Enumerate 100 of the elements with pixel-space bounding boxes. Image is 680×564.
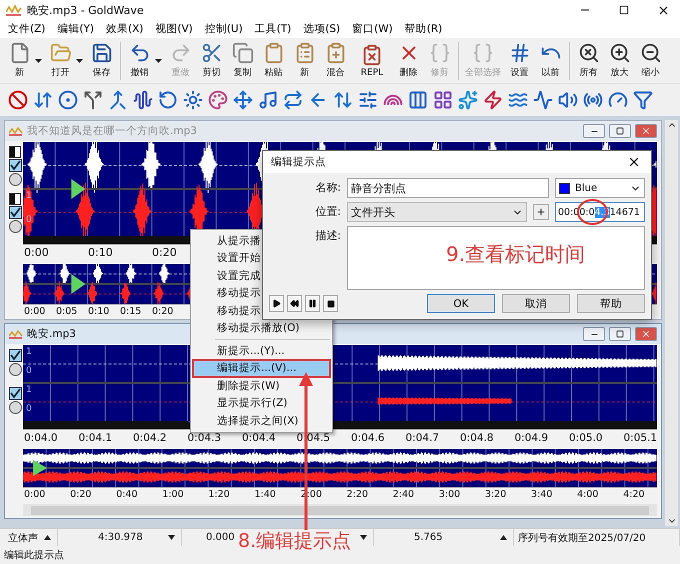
time-label: 1:20 <box>207 488 231 500</box>
horizontal-scrollbar[interactable] <box>23 504 657 516</box>
toolbar-button[interactable]: 所有 <box>573 38 604 82</box>
channel-radio[interactable] <box>8 401 22 414</box>
menu-item[interactable]: 文件(Z) <box>2 20 52 38</box>
caret-down-icon[interactable] <box>76 58 83 62</box>
pause-button[interactable] <box>305 295 320 312</box>
menu-item[interactable]: 视图(V) <box>149 20 199 38</box>
undo-icon <box>128 42 150 64</box>
channel-selector-icon[interactable] <box>9 193 21 205</box>
caret-down-icon[interactable] <box>35 58 42 62</box>
scale-label: 1 <box>26 192 32 201</box>
menu-item[interactable]: 控制(U) <box>198 20 249 38</box>
status-hint: 编辑此提示点 <box>4 548 64 562</box>
toolbar-button[interactable]: 设置 <box>504 38 535 82</box>
menu-item[interactable]: 编辑(Y) <box>51 20 100 38</box>
caret-up-icon[interactable] <box>500 535 507 540</box>
menu-item[interactable]: 选项(S) <box>297 20 346 38</box>
play-icon <box>272 299 281 308</box>
caret-down-icon[interactable] <box>155 58 162 62</box>
caret-up-icon[interactable] <box>44 535 51 540</box>
toolbar-button[interactable]: 混合 <box>320 38 351 82</box>
toolbar-button[interactable]: 以前 <box>535 38 566 82</box>
time-label: 0:05 <box>55 306 78 316</box>
caret-down-icon[interactable] <box>168 535 175 540</box>
menu-item[interactable]: 移动提示播放(O) <box>193 320 330 337</box>
time-label: 0:04.1 <box>78 432 114 444</box>
menu-item[interactable]: 显示提示行(Z) <box>193 394 330 412</box>
toolbar-button[interactable]: 保存 <box>86 38 117 82</box>
toolbar-button[interactable]: 复制 <box>227 38 258 82</box>
description-field[interactable]: 9.查看标记时间 <box>347 226 645 290</box>
toolbar-button[interactable]: 删除 <box>393 38 424 82</box>
time-label: 0:20 <box>69 488 92 500</box>
dialog-button[interactable]: OK <box>427 294 495 313</box>
close-icon <box>627 155 641 169</box>
menu-item[interactable]: 删除提示(W) <box>193 377 330 394</box>
channel-selector-icon[interactable] <box>9 146 21 158</box>
name-field[interactable]: 静音分割点 <box>347 178 549 198</box>
position-dropdown[interactable]: 文件开头 <box>347 202 527 222</box>
copy-icon <box>232 42 254 64</box>
time-label: 3:40 <box>530 488 554 500</box>
scale-label: 1 <box>26 386 32 395</box>
caret-down-icon[interactable] <box>360 535 367 540</box>
time-label: 0:04.6 <box>350 432 386 444</box>
menu-item[interactable]: 效果(X) <box>100 20 150 38</box>
close-icon <box>641 329 651 339</box>
add-button[interactable] <box>533 204 549 220</box>
time-label: 0:05.0 <box>568 432 604 444</box>
channel-checkbox[interactable] <box>8 206 22 219</box>
channel-radio[interactable] <box>8 173 22 186</box>
time-label: 4:00 <box>576 488 600 500</box>
toolbar-button[interactable]: 新 <box>4 38 35 82</box>
menu-item[interactable]: 帮助(R) <box>398 20 448 38</box>
restore-button[interactable] <box>609 327 631 341</box>
square-icon <box>619 5 629 15</box>
document-title: 晚安.mp3 <box>27 327 76 341</box>
scale-label: 0 <box>26 367 32 376</box>
toolbar-button[interactable]: 打开 <box>45 38 76 82</box>
toolbar-button[interactable]: 缩小 <box>635 38 666 82</box>
menu-item[interactable]: 编辑提示...(V)... <box>193 360 330 377</box>
color-dropdown[interactable]: Blue <box>555 178 645 198</box>
channel-checkbox[interactable] <box>8 349 22 362</box>
scale-label: 0 <box>26 405 32 414</box>
vertical-scrollbar[interactable] <box>665 120 678 526</box>
close-icon <box>641 126 651 136</box>
time-label: 0:10 <box>87 306 110 316</box>
toolbar-button[interactable]: 放大 <box>604 38 635 82</box>
channel-checkbox[interactable] <box>8 387 22 400</box>
number-icon <box>508 42 530 64</box>
restore-button[interactable] <box>609 124 631 138</box>
time-label: 0:04.4 <box>241 432 277 444</box>
plus-icon <box>536 207 546 217</box>
toolbar-button[interactable]: REPL <box>351 38 393 82</box>
toolbar-button[interactable]: 新 <box>289 38 320 82</box>
rewind-button[interactable] <box>287 295 302 312</box>
time-label: 0:04.0 <box>23 432 59 444</box>
toolbar-button[interactable]: 撤销 <box>124 38 155 82</box>
braces-icon <box>428 42 450 64</box>
toolbar-button[interactable]: 剪切 <box>196 38 227 82</box>
dialog-button[interactable]: 帮助 <box>577 294 645 313</box>
toolbar-button[interactable]: 粘贴 <box>258 38 289 82</box>
status-text: 0.000 <box>206 532 235 543</box>
stop-button[interactable] <box>323 295 338 312</box>
time-label: 0:00 <box>23 488 46 500</box>
channel-radio[interactable] <box>8 220 22 233</box>
status-text: 4:30.978 <box>98 532 143 543</box>
dialog-button[interactable]: 取消 <box>502 294 570 313</box>
play-button[interactable] <box>269 295 284 312</box>
menu-item[interactable]: 窗口(W) <box>346 20 399 38</box>
time-label: 2:20 <box>346 488 369 500</box>
wave-logo-icon <box>9 329 23 339</box>
scissors-icon <box>200 42 222 64</box>
time-label: 0:00 <box>23 306 46 316</box>
channel-checkbox[interactable] <box>8 159 22 172</box>
menu-item[interactable]: 选择提示之间(X) <box>193 412 330 430</box>
menu-item[interactable]: 新提示...(Y)... <box>193 342 330 360</box>
wave-logo-icon <box>6 4 22 16</box>
window-title: 晚安.mp3 - GoldWave <box>27 2 145 18</box>
menu-item[interactable]: 工具(T) <box>248 20 298 38</box>
channel-radio[interactable] <box>8 363 22 376</box>
